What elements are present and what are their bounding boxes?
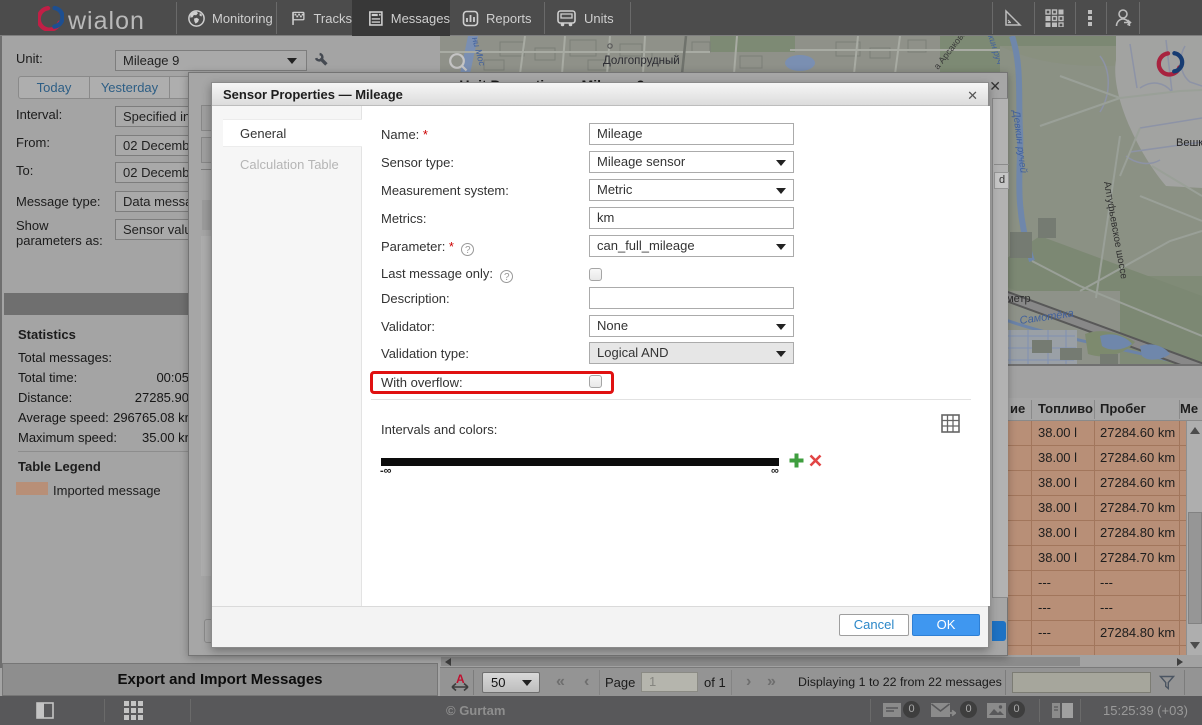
- svg-text:Вешки: Вешки: [1176, 137, 1202, 149]
- svg-text:Долгопрудный: Долгопрудный: [603, 55, 680, 67]
